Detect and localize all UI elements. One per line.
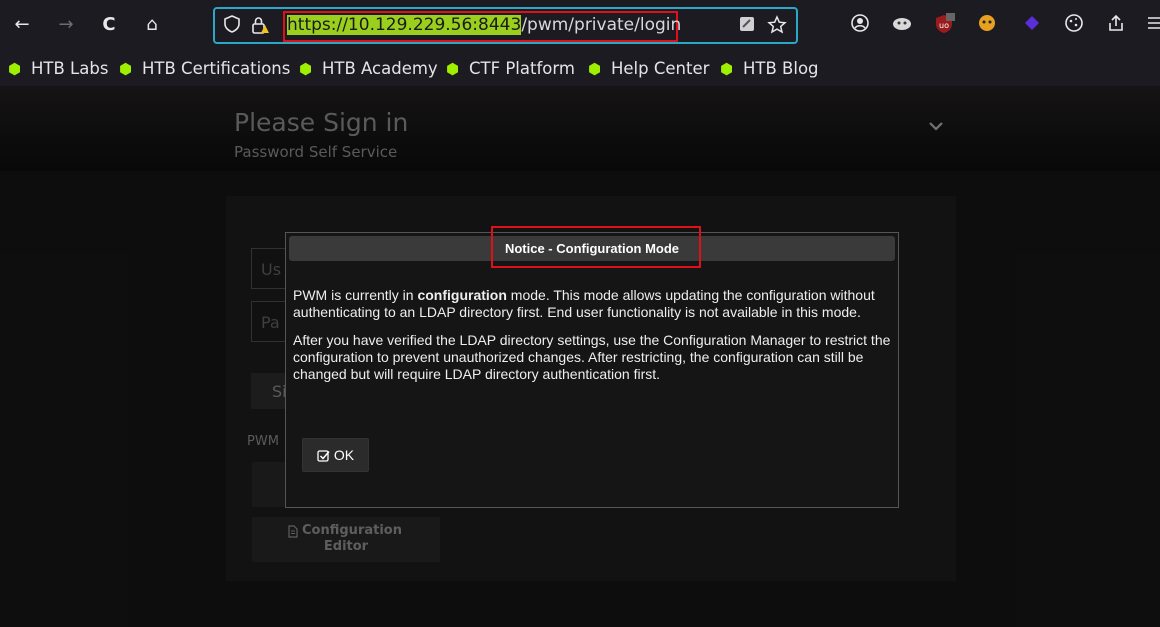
dialog-titlebar: Notice - Configuration Mode [289, 226, 895, 268]
title-highlight-annotation [491, 226, 701, 268]
insecure-lock-icon[interactable] [249, 15, 271, 37]
cube-icon: ⬢ [446, 60, 460, 78]
url-host: https://10.129.229.56:8443 [287, 15, 522, 35]
extension-diamond-icon[interactable] [1020, 13, 1044, 37]
cube-icon: ⬢ [588, 60, 602, 78]
url-bar[interactable]: https://10.129.229.56:8443/pwm/private/l… [213, 7, 798, 44]
dialog-body: PWM is currently in configuration mode. … [293, 287, 893, 394]
bookmarks-bar: ⬢ HTB Labs ⬢ HTB Certifications ⬢ HTB Acade… [0, 52, 1160, 86]
bookmark-htb-academy[interactable]: ⬢ HTB Academy [299, 58, 438, 80]
bookmark-htb-labs[interactable]: ⬢ HTB Labs [8, 58, 108, 80]
url-text[interactable]: https://10.129.229.56:8443/pwm/private/l… [287, 15, 681, 35]
cube-icon: ⬢ [119, 60, 133, 78]
account-icon[interactable] [848, 13, 872, 37]
reload-icon[interactable]: C [95, 10, 123, 40]
svg-text:uo: uo [939, 21, 949, 30]
share-icon[interactable] [1104, 13, 1128, 37]
ok-label: OK [333, 447, 355, 463]
check-square-icon [317, 441, 330, 473]
back-icon[interactable]: ← [8, 10, 36, 40]
browser-toolbar: ← → C ⌂ https://10.129.229.56:8443/pwm/p… [0, 0, 1160, 52]
page-action-icon[interactable] [736, 15, 758, 37]
bookmark-help-center[interactable]: ⬢ Help Center [588, 58, 709, 80]
bookmark-htb-blog[interactable]: ⬢ HTB Blog [720, 58, 819, 80]
bookmark-star-icon[interactable] [766, 15, 788, 37]
menu-icon[interactable] [1146, 13, 1160, 37]
url-path: /pwm/private/login [521, 15, 682, 35]
home-icon[interactable]: ⌂ [138, 10, 166, 40]
extension-foxy-icon[interactable] [890, 13, 914, 37]
dialog-paragraph-2: After you have verified the LDAP directo… [293, 332, 891, 382]
forward-icon[interactable]: → [52, 10, 80, 40]
cube-icon: ⬢ [299, 60, 313, 78]
ok-button[interactable]: OK [302, 438, 369, 472]
ublock-icon[interactable]: uo [932, 13, 956, 37]
notice-dialog: Notice - Configuration Mode PWM is curre… [285, 226, 899, 508]
cube-icon: ⬢ [8, 60, 22, 78]
dialog-paragraph-1: PWM is currently in configuration mode. … [293, 287, 875, 320]
shield-icon[interactable] [221, 15, 243, 37]
cube-icon: ⬢ [720, 60, 734, 78]
cookie-icon[interactable] [1062, 13, 1086, 37]
extension-tiger-icon[interactable] [975, 13, 999, 37]
bookmark-ctf-platform[interactable]: ⬢ CTF Platform [446, 58, 575, 80]
bookmark-htb-certifications[interactable]: ⬢ HTB Certifications [119, 58, 290, 80]
